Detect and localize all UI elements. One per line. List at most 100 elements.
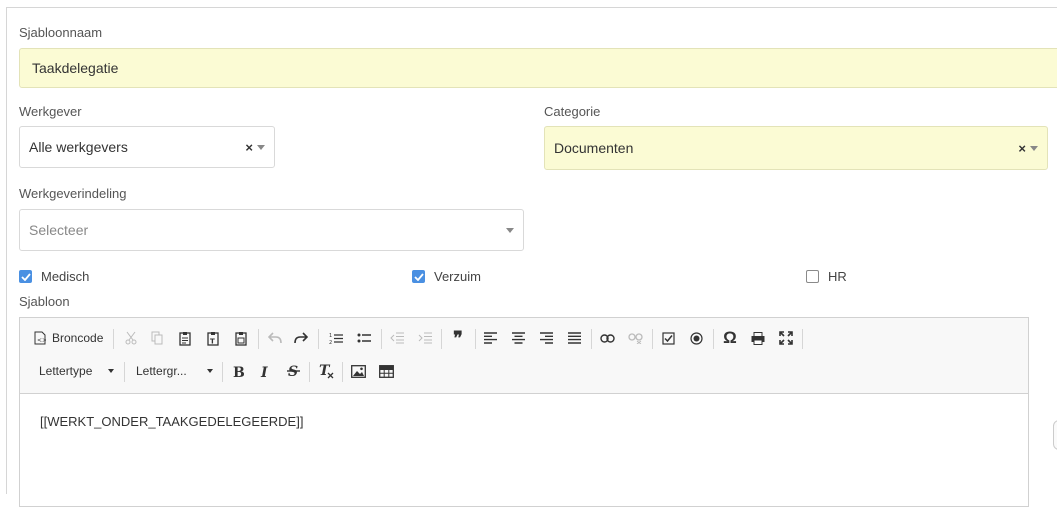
redo-icon — [294, 332, 308, 344]
font-size-select[interactable]: Lettergr... — [130, 360, 216, 382]
checkbox-label: Verzuim — [434, 269, 481, 284]
toolbar-separator — [309, 362, 310, 382]
editor-toolbar: <> Broncode T 12 ❞ Ω Lettertype Lettergr… — [20, 318, 1028, 394]
bullet-list-button[interactable] — [353, 327, 375, 349]
category-clear-icon[interactable]: × — [1018, 141, 1026, 156]
table-button[interactable] — [375, 360, 397, 382]
bullet-list-icon — [357, 333, 371, 342]
svg-text:I: I — [260, 365, 268, 378]
align-right-button[interactable] — [535, 327, 557, 349]
category-label: Categorie — [544, 104, 601, 119]
toolbar-separator — [591, 329, 592, 349]
copy-button[interactable] — [146, 327, 168, 349]
blockquote-button[interactable]: ❞ — [447, 327, 469, 349]
paste-text-icon: T — [207, 331, 219, 346]
link-button[interactable] — [596, 327, 618, 349]
cut-button[interactable] — [120, 327, 142, 349]
strikethrough-button[interactable]: S — [282, 360, 304, 382]
checkbox-checked-icon[interactable] — [412, 270, 425, 283]
special-char-button[interactable]: Ω — [719, 327, 741, 349]
checkbox-insert-button[interactable] — [657, 327, 679, 349]
svg-text:2: 2 — [329, 340, 332, 345]
font-size-label: Lettergr... — [136, 364, 187, 378]
italic-icon: I — [260, 365, 268, 378]
radio-insert-button[interactable] — [685, 327, 707, 349]
toolbar-separator — [222, 362, 223, 382]
toolbar-separator — [381, 329, 382, 349]
svg-text:1: 1 — [329, 333, 332, 339]
quote-icon: ❞ — [453, 327, 463, 348]
template-name-input[interactable]: Taakdelegatie — [19, 48, 1057, 88]
undo-button[interactable] — [264, 327, 286, 349]
category-select[interactable]: Documenten × — [544, 126, 1048, 170]
align-left-icon — [483, 332, 497, 344]
numbered-list-button[interactable]: 12 — [325, 327, 347, 349]
employer-select[interactable]: Alle werkgevers × — [19, 126, 275, 168]
indent-icon — [418, 332, 432, 344]
source-button[interactable]: <> Broncode — [34, 327, 103, 349]
outdent-button[interactable] — [386, 327, 408, 349]
chevron-down-icon — [207, 369, 213, 373]
font-family-select[interactable]: Lettertype — [32, 360, 118, 382]
toolbar-separator — [652, 329, 653, 349]
maximize-button[interactable] — [775, 327, 797, 349]
copy-icon — [151, 331, 163, 345]
svg-text:T: T — [210, 337, 215, 345]
chevron-down-icon[interactable] — [257, 144, 265, 150]
division-select[interactable]: Selecteer — [19, 209, 524, 251]
checkbox-verzuim[interactable]: Verzuim — [412, 269, 481, 284]
undo-icon — [268, 332, 282, 344]
align-right-icon — [539, 332, 553, 344]
checkbox-icon — [661, 331, 675, 345]
omega-icon: Ω — [723, 328, 737, 347]
checkbox-medisch[interactable]: Medisch — [19, 269, 89, 284]
redo-button[interactable] — [290, 327, 312, 349]
unlink-button[interactable] — [624, 327, 646, 349]
font-family-label: Lettertype — [39, 364, 93, 378]
side-handle[interactable] — [1053, 420, 1057, 450]
employer-label: Werkgever — [19, 104, 82, 119]
toolbar-separator — [475, 329, 476, 349]
print-button[interactable] — [747, 327, 769, 349]
source-label: Broncode — [52, 331, 104, 345]
chevron-down-icon[interactable] — [1030, 145, 1038, 151]
align-center-button[interactable] — [507, 327, 529, 349]
paste-word-button[interactable] — [230, 327, 252, 349]
employer-clear-icon[interactable]: × — [245, 140, 253, 155]
panel-border-top — [6, 7, 1057, 8]
paste-text-button[interactable]: T — [202, 327, 224, 349]
toolbar-separator — [124, 362, 125, 382]
checkbox-unchecked-icon[interactable] — [806, 270, 819, 283]
printer-icon — [751, 331, 765, 345]
indent-button[interactable] — [414, 327, 436, 349]
remove-format-button[interactable]: T — [315, 360, 337, 382]
paste-button[interactable] — [174, 327, 196, 349]
template-name-label: Sjabloonnaam — [19, 25, 103, 40]
svg-text:B: B — [233, 365, 244, 378]
rich-text-editor[interactable]: <> Broncode T 12 ❞ Ω Lettertype Lettergr… — [19, 317, 1029, 507]
toolbar-separator — [318, 329, 319, 349]
clipboard-icon — [179, 331, 191, 346]
checkbox-hr[interactable]: HR — [806, 269, 847, 284]
justify-button[interactable] — [563, 327, 585, 349]
panel-border-left — [6, 7, 7, 494]
chevron-down-icon[interactable] — [506, 227, 514, 233]
remove-format-icon: T — [319, 363, 333, 379]
outdent-icon — [390, 332, 404, 344]
svg-text:<>: <> — [37, 337, 46, 344]
chevron-down-icon — [108, 369, 114, 373]
align-left-button[interactable] — [479, 327, 501, 349]
editor-content[interactable]: [[WERKT_ONDER_TAAKGEDELEGEERDE]] — [40, 414, 303, 429]
maximize-icon — [779, 331, 793, 345]
checkbox-checked-icon[interactable] — [19, 270, 32, 283]
template-name-value: Taakdelegatie — [32, 60, 119, 76]
toolbar-separator — [342, 362, 343, 382]
toolbar-separator — [713, 329, 714, 349]
italic-button[interactable]: I — [254, 360, 276, 382]
toolbar-separator — [113, 329, 114, 349]
paste-word-icon — [235, 331, 247, 346]
bold-button[interactable]: B — [227, 360, 249, 382]
image-button[interactable] — [347, 360, 369, 382]
division-placeholder: Selecteer — [29, 222, 89, 238]
division-label: Werkgeverindeling — [19, 186, 127, 201]
